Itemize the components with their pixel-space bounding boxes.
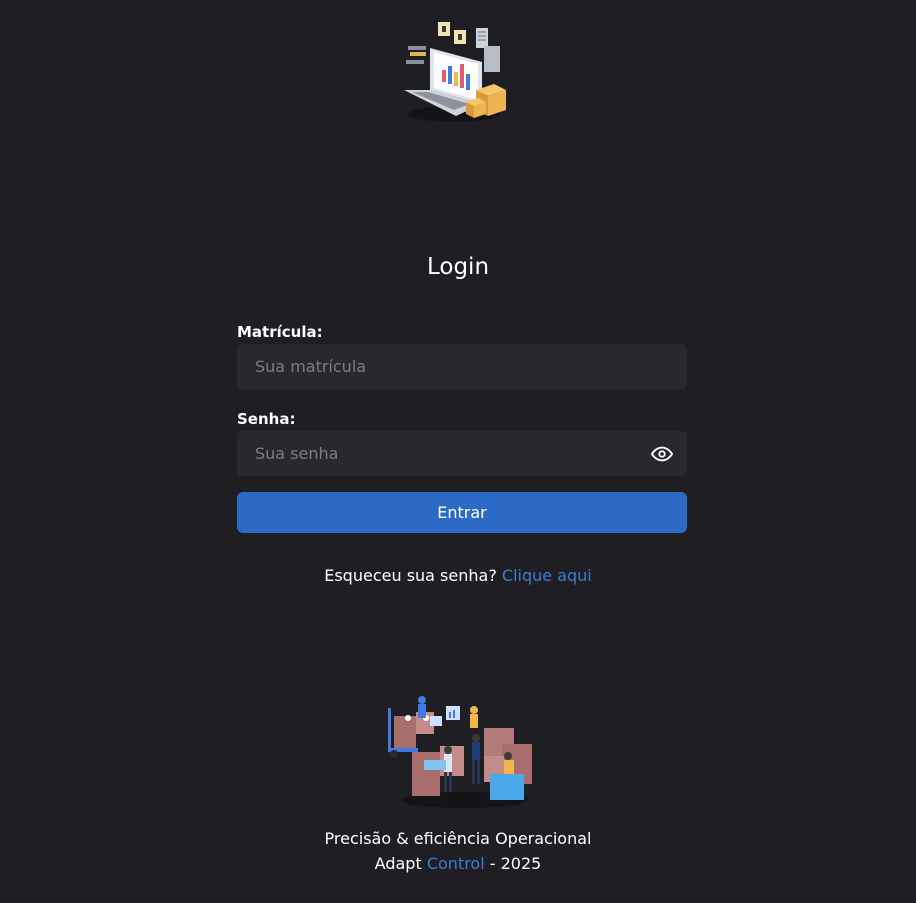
footer-brand-accent: Control — [426, 854, 485, 873]
senha-input[interactable] — [237, 431, 687, 476]
footer-tagline: Precisão & eficiência Operacional — [324, 829, 592, 848]
login-page: Login Matrícula: Senha: Entrar Esqueceu … — [0, 0, 916, 903]
senha-label: Senha: — [237, 410, 296, 428]
forgot-password-link[interactable]: Clique aqui — [502, 566, 592, 585]
matricula-label: Matrícula: — [237, 323, 323, 341]
forgot-password-row: Esqueceu sua senha? Clique aqui — [0, 566, 916, 585]
warehouse-team-illustration — [388, 696, 532, 808]
senha-field-wrapper — [237, 431, 687, 476]
footer-brand-line: Adapt Control - 2025 — [0, 851, 916, 876]
footer: Precisão & eficiência Operacional Adapt … — [0, 826, 916, 876]
forgot-password-text: Esqueceu sua senha? — [324, 566, 497, 585]
footer-year: - 2025 — [489, 854, 542, 873]
matricula-field-wrapper — [237, 344, 687, 389]
laptop-analytics-illustration — [404, 22, 506, 122]
login-title: Login — [426, 254, 490, 280]
entrar-button[interactable]: Entrar — [237, 492, 687, 533]
footer-brand-prefix: Adapt — [374, 854, 422, 873]
login-form: Matrícula: Senha: Entrar — [237, 320, 687, 533]
matricula-input[interactable] — [237, 344, 687, 389]
field-spacer — [237, 389, 687, 407]
eye-icon[interactable] — [651, 443, 673, 465]
